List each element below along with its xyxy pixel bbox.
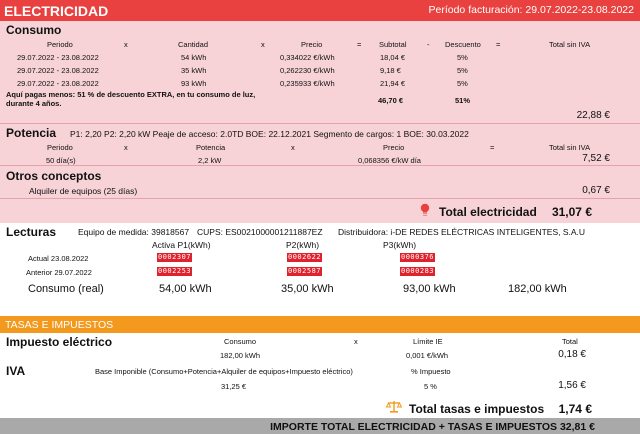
potencia-title: Potencia (6, 126, 57, 140)
row-descuento: 5% (457, 79, 468, 88)
consumo-p1: 54,00 kWh (159, 283, 212, 295)
section-title: ELECTRICIDAD (4, 3, 109, 19)
bulb-icon (420, 203, 430, 217)
meter-reading: 0002253 (157, 267, 193, 276)
ie-consumo: 182,00 kWh (220, 351, 261, 360)
row-descuento: 5% (457, 66, 468, 75)
sum-subtotal: 46,70 € (378, 96, 404, 105)
actual-label: Actual 23.08.2022 (28, 254, 89, 263)
meter-reading: 0002587 (287, 267, 323, 276)
col-x: x (291, 143, 295, 152)
sum-descuento: 51% (455, 96, 471, 105)
row-precio: 0,334022 €/kWh (280, 53, 335, 62)
meter-reading: 0000283 (400, 267, 436, 276)
cups: CUPS: ES0021000001211887EZ (197, 227, 323, 237)
col-p2: P2(kWh) (286, 240, 320, 250)
potencia-info: P1: 2,20 P2: 2,20 kW Peaje de acceso: 2.… (70, 129, 469, 139)
anterior-label: Anterior 29.07.2022 (26, 268, 92, 277)
col-x: x (124, 143, 128, 152)
consumo-real-label: Consumo (real) (28, 283, 104, 295)
col-total: Total sin IVA (549, 143, 591, 152)
col-subtotal: Subtotal (379, 40, 407, 49)
iva-pct-label: % Impuesto (411, 367, 451, 376)
col-x: x (124, 40, 128, 49)
consumo-total-kwh: 182,00 kWh (508, 283, 567, 295)
col-x: x (354, 337, 358, 346)
consumo-title: Consumo (6, 23, 62, 37)
distribuidora: Distribuidora: i-DE REDES ELÉCTRICAS INT… (338, 227, 586, 237)
discount-note: durante 4 años. (6, 99, 62, 108)
row-subtotal: 9,18 € (380, 66, 401, 75)
row-precio: 0,235933 €/kWh (280, 79, 335, 88)
col-periodo: Periodo (47, 40, 73, 49)
col-eq: = (496, 40, 501, 49)
row-precio: 0,262230 €/kWh (280, 66, 335, 75)
col-total: Total sin IVA (549, 40, 591, 49)
consumo-p3: 93,00 kWh (403, 283, 456, 295)
col-eq: = (357, 40, 362, 49)
col-x: x (261, 40, 265, 49)
potencia-periodo: 50 día(s) (46, 156, 76, 165)
iva-title: IVA (6, 364, 26, 378)
row-subtotal: 18,04 € (380, 53, 406, 62)
discount-note: Aquí pagas menos: 51 % de descuento EXTR… (6, 90, 256, 99)
equipo-medida: Equipo de medida: 39818567 (78, 227, 190, 237)
ie-limite: 0,001 €/kWh (406, 351, 449, 360)
row-cantidad: 35 kWh (181, 66, 207, 75)
otros-value: 0,67 € (582, 185, 610, 196)
iva-pct: 5 % (424, 382, 437, 391)
col-precio: Precio (383, 143, 405, 152)
col-cantidad: Cantidad (178, 40, 209, 49)
meter-reading: 0002622 (287, 253, 323, 262)
consumo-total: 22,88 € (576, 110, 610, 121)
row-periodo: 29.07.2022 - 23.08.2022 (17, 66, 99, 75)
otros-title: Otros conceptos (6, 169, 102, 183)
lecturas-title: Lecturas (6, 225, 57, 239)
col-activa-p1: Activa P1(kWh) (152, 240, 211, 250)
total-tasas-label: Total tasas e impuestos (409, 402, 545, 416)
col-consumo: Consumo (224, 337, 257, 346)
potencia-precio: 0,068356 €/kW día (358, 156, 421, 165)
row-descuento: 5% (457, 53, 468, 62)
row-cantidad: 54 kWh (181, 53, 207, 62)
potencia-potencia: 2,2 kW (198, 156, 222, 165)
col-periodo: Periodo (47, 143, 73, 152)
meter-reading: 0002307 (157, 253, 193, 262)
col-eq: = (490, 143, 495, 152)
meter-reading: 0000376 (400, 253, 436, 262)
total-electricidad-label: Total electricidad (439, 205, 537, 219)
col-precio: Precio (301, 40, 323, 49)
total-electricidad-value: 31,07 € (551, 205, 592, 219)
iva-base-label: Base Imponible (Consumo+Potencia+Alquile… (95, 367, 353, 376)
tasas-title: TASAS E IMPUESTOS (5, 319, 114, 331)
row-periodo: 29.07.2022 - 23.08.2022 (17, 53, 99, 62)
iva-base: 31,25 € (221, 382, 247, 391)
col-descuento: Descuento (445, 40, 481, 49)
billing-period: Período facturación: 29.07.2022-23.08.20… (428, 4, 635, 16)
col-limite: Límite IE (413, 337, 443, 346)
potencia-total: 7,52 € (582, 153, 610, 164)
row-subtotal: 21,94 € (380, 79, 406, 88)
otros-item: Alquiler de equipos (25 días) (29, 186, 138, 196)
scale-icon (385, 400, 403, 413)
importe-total: IMPORTE TOTAL ELECTRICIDAD + TASAS E IMP… (270, 421, 595, 433)
col-total: Total (562, 337, 578, 346)
ie-total: 0,18 € (558, 349, 586, 360)
consumo-p2: 35,00 kWh (281, 283, 334, 295)
row-periodo: 29.07.2022 - 23.08.2022 (17, 79, 99, 88)
divider (0, 198, 640, 199)
col-potencia: Potencia (196, 143, 226, 152)
row-cantidad: 93 kWh (181, 79, 207, 88)
iva-total: 1,56 € (558, 380, 586, 391)
impuesto-electrico-title: Impuesto eléctrico (6, 335, 113, 349)
total-tasas-value: 1,74 € (558, 402, 592, 416)
col-minus: - (427, 40, 430, 49)
divider (0, 165, 640, 166)
col-p3: P3(kWh) (383, 240, 417, 250)
divider (0, 123, 640, 124)
